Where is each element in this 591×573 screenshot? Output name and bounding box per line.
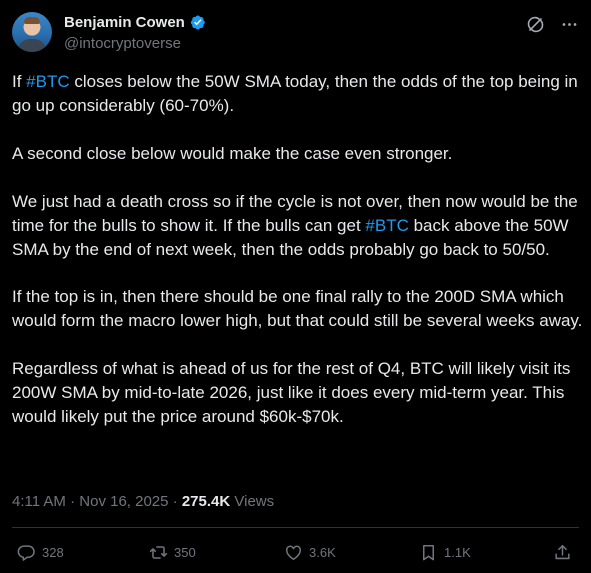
tweet-text-segment: Regardless of what is ahead of us for th… [12,359,571,427]
meta-separator: · [70,493,76,510]
bookmark-button[interactable]: 1.1K [419,543,471,562]
share-icon [555,544,570,559]
tweet-text-segment: A second close below would make the case… [12,143,453,163]
reply-button[interactable]: 328 [17,543,64,562]
views-count[interactable]: 275.4K [182,493,230,510]
tweet-time[interactable]: 4:11 AM [12,493,66,510]
bookmark-count: 1.1K [444,544,471,560]
tweet-text-segment: If the top is in, then there should be o… [12,287,583,331]
avatar[interactable] [12,12,52,52]
tweet-paragraph: If #BTC closes below the 50W SMA today, … [12,70,584,118]
share-button[interactable] [553,543,578,562]
author-handle[interactable]: @intocryptoverse [64,35,181,52]
tweet-text-segment: If [12,72,27,91]
reply-icon [17,544,35,561]
more-icon[interactable] [559,14,579,34]
tweet-text-segment: closes below the 50W SMA today, then the… [12,72,578,115]
bookmark-icon [422,544,435,560]
tweet-paragraph: Regardless of what is ahead of us for th… [12,357,584,429]
tweet-date[interactable]: Nov 16, 2025 [79,493,168,510]
meta-separator: · [172,493,178,510]
repost-icon [149,545,168,559]
heart-icon [286,545,301,560]
action-bar: 328 350 3.6K 1.1K [12,541,579,563]
tweet-paragraph: If the top is in, then there should be o… [12,285,584,333]
author-name-row[interactable]: Benjamin Cowen [64,14,206,31]
like-count: 3.6K [309,544,336,560]
verified-badge-icon [189,14,206,31]
like-button[interactable]: 3.6K [284,543,336,562]
tweet-meta: 4:11 AM · Nov 16, 2025 · 275.4K Views [12,493,274,510]
reply-count: 328 [42,544,64,560]
hashtag-link[interactable]: #BTC [26,72,69,91]
repost-count: 350 [174,544,196,560]
views-label: Views [234,493,275,510]
divider [12,527,579,528]
grok-icon[interactable] [525,14,545,34]
top-actions [525,14,579,34]
tweet-text: If #BTC closes below the 50W SMA today, … [12,70,584,429]
author-display-name[interactable]: Benjamin Cowen [64,14,185,31]
tweet-paragraph: We just had a death cross so if the cycl… [12,190,584,262]
hashtag-link[interactable]: #BTC [365,216,408,235]
repost-button[interactable]: 350 [149,543,196,562]
tweet-header: Benjamin Cowen @intocryptoverse [12,10,579,58]
tweet-paragraph: A second close below would make the case… [12,142,584,166]
